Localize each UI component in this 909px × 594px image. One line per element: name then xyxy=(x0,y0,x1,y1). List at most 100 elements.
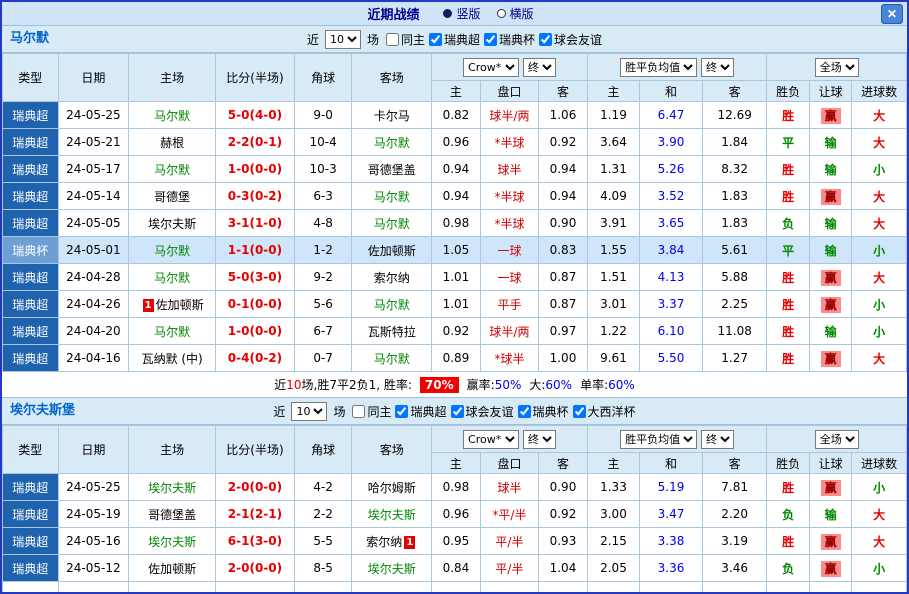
checkbox-input[interactable] xyxy=(395,405,408,418)
home-odds-cell: 0.92 xyxy=(432,318,480,345)
filter-checkbox[interactable]: 同主 xyxy=(348,403,391,420)
match-count-select[interactable]: 10 xyxy=(291,402,327,421)
checkbox-input[interactable] xyxy=(429,33,442,46)
home-team-cell[interactable]: 佐加顿斯 xyxy=(129,555,216,582)
corner-cell: 9-0 xyxy=(294,102,352,129)
home-team-cell[interactable]: 埃尔夫斯 xyxy=(129,528,216,555)
home-team-cell[interactable]: 马尔默 xyxy=(129,264,216,291)
checkbox-label: 同主 xyxy=(367,403,391,420)
date-cell: 24-04-20 xyxy=(58,318,129,345)
wdl-average-select[interactable]: 胜平负均值 xyxy=(620,430,697,449)
filter-checkbox[interactable]: 瑞典杯 xyxy=(480,31,535,48)
handicap-result-badge: 输 xyxy=(825,217,837,231)
filter-checkbox[interactable]: 球会友谊 xyxy=(447,403,514,420)
away-team-cell[interactable]: 马尔默 xyxy=(352,291,432,318)
handicap-result-badge: 输 xyxy=(825,163,837,177)
match-count-select[interactable]: 10 xyxy=(325,30,361,49)
checkbox-label: 瑞典杯 xyxy=(499,31,535,48)
away-team-cell[interactable]: 马尔默 xyxy=(352,183,432,210)
score-cell: 1-1(0-0) xyxy=(216,237,295,264)
home-team-cell[interactable]: 埃尔夫斯 xyxy=(129,210,216,237)
away-team-cell[interactable]: 卡尔马 xyxy=(352,102,432,129)
home-team-cell[interactable]: 瓦纳默 (中) xyxy=(129,345,216,372)
radio-unselected-icon xyxy=(497,9,506,18)
avg-win-cell: 2.15 xyxy=(587,528,640,555)
filter-checkbox[interactable]: 球会友谊 xyxy=(535,31,602,48)
home-team-cell[interactable]: 马尔默 xyxy=(129,318,216,345)
handicap-result-badge: 赢 xyxy=(821,351,841,367)
away-team-cell[interactable]: 哥德堡盖 xyxy=(352,156,432,183)
away-odds-cell: 1.04 xyxy=(539,555,587,582)
col-goals: 进球数 xyxy=(852,453,907,474)
odds-group-header: Crow* 终 xyxy=(432,54,588,81)
bookmaker-select[interactable]: Crow* xyxy=(463,58,519,77)
checkbox-input[interactable] xyxy=(573,405,586,418)
near-label: 近 xyxy=(307,31,319,48)
bookmaker-select[interactable]: Crow* xyxy=(463,430,519,449)
away-team-cell[interactable]: 马尔默 xyxy=(352,129,432,156)
away-team-cell[interactable]: 索尔纳1 xyxy=(352,528,432,555)
handicap-result-badge: 输 xyxy=(825,325,837,339)
layout-radio-horizontal[interactable]: 横版 xyxy=(497,5,534,22)
away-team-cell[interactable]: 埃尔夫斯 xyxy=(352,501,432,528)
unit-label: 场 xyxy=(333,403,345,420)
checkbox-input[interactable] xyxy=(352,405,365,418)
match-row: 瑞典超24-05-12佐加顿斯2-0(0-0)8-5埃尔夫斯0.84平/半1.0… xyxy=(3,555,907,582)
team-name: 埃尔夫斯堡 xyxy=(10,398,75,424)
final-odds-select-2[interactable]: 终 xyxy=(701,58,734,77)
layout-radio-vertical[interactable]: 竖版 xyxy=(443,5,480,22)
handicap-cell: 平/半 xyxy=(480,528,539,555)
away-team-cell[interactable]: 索尔纳 xyxy=(352,264,432,291)
filter-checkbox[interactable]: 瑞典超 xyxy=(391,403,446,420)
date-cell: 24-05-21 xyxy=(58,129,129,156)
home-team-cell[interactable]: 埃尔夫斯 xyxy=(129,474,216,501)
filter-checkbox[interactable]: 瑞典杯 xyxy=(514,403,569,420)
col-result: 胜负 xyxy=(767,81,809,102)
final-odds-select-1[interactable]: 终 xyxy=(523,58,556,77)
final-odds-select-1[interactable]: 终 xyxy=(523,430,556,449)
corner-cell: 1-2 xyxy=(294,237,352,264)
full-match-select[interactable]: 全场 xyxy=(815,58,859,77)
home-team-cell[interactable]: 哥德堡 xyxy=(129,183,216,210)
summary-text: 近10场,胜7平2负1, 胜率: xyxy=(274,376,412,393)
away-odds-cell: 0.92 xyxy=(539,501,587,528)
handicap-cell: 一球 xyxy=(480,264,539,291)
filter-checkbox[interactable]: 同主 xyxy=(382,31,425,48)
corner-cell: 2-2 xyxy=(294,501,352,528)
final-odds-select-2[interactable]: 终 xyxy=(701,430,734,449)
home-team-name: 马尔默 xyxy=(154,325,190,339)
avg-lose-cell: 8.32 xyxy=(702,156,767,183)
checkbox-input[interactable] xyxy=(539,33,552,46)
home-team-cell[interactable]: 1佐加顿斯 xyxy=(129,291,216,318)
home-team-cell[interactable]: 赫根 xyxy=(129,129,216,156)
home-odds-cell: 1.01 xyxy=(432,291,480,318)
checkbox-input[interactable] xyxy=(484,33,497,46)
close-button[interactable]: ✕ xyxy=(881,4,903,24)
away-team-cell[interactable]: 瓦斯特拉 xyxy=(352,318,432,345)
checkbox-input[interactable] xyxy=(386,33,399,46)
wdl-average-select[interactable]: 胜平负均值 xyxy=(620,58,697,77)
away-team-cell[interactable]: 马尔默 xyxy=(352,210,432,237)
home-team-cell[interactable]: 马尔默 xyxy=(129,237,216,264)
away-team-cell[interactable]: 哈尔姆斯 xyxy=(352,474,432,501)
avg-draw-cell: 5.26 xyxy=(640,156,703,183)
league-cell: 瑞典超 xyxy=(3,210,59,237)
avg-win-cell: 1.51 xyxy=(587,264,640,291)
away-team-cell[interactable]: 埃尔夫斯 xyxy=(352,555,432,582)
away-team-cell[interactable]: 马尔默 xyxy=(352,345,432,372)
home-team-cell[interactable]: 哥德堡盖 xyxy=(129,501,216,528)
filter-checkbox[interactable]: 大西洋杯 xyxy=(569,403,636,420)
full-match-select[interactable]: 全场 xyxy=(815,430,859,449)
corner-cell: 6-7 xyxy=(294,318,352,345)
match-row: 瑞典超24-05-17马尔默1-0(0-0)10-3哥德堡盖0.94球半0.94… xyxy=(3,156,907,183)
result-cell: 胜 xyxy=(767,156,809,183)
filter-checkbox[interactable]: 瑞典超 xyxy=(425,31,480,48)
home-team-cell[interactable]: 马尔默 xyxy=(129,156,216,183)
away-team-cell[interactable]: 佐加顿斯 xyxy=(352,237,432,264)
checkbox-input[interactable] xyxy=(451,405,464,418)
home-team-name: 马尔默 xyxy=(154,244,190,258)
avg-lose-cell: 2.25 xyxy=(702,291,767,318)
checkbox-label: 球会友谊 xyxy=(466,403,514,420)
home-team-cell[interactable]: 马尔默 xyxy=(129,102,216,129)
checkbox-input[interactable] xyxy=(518,405,531,418)
